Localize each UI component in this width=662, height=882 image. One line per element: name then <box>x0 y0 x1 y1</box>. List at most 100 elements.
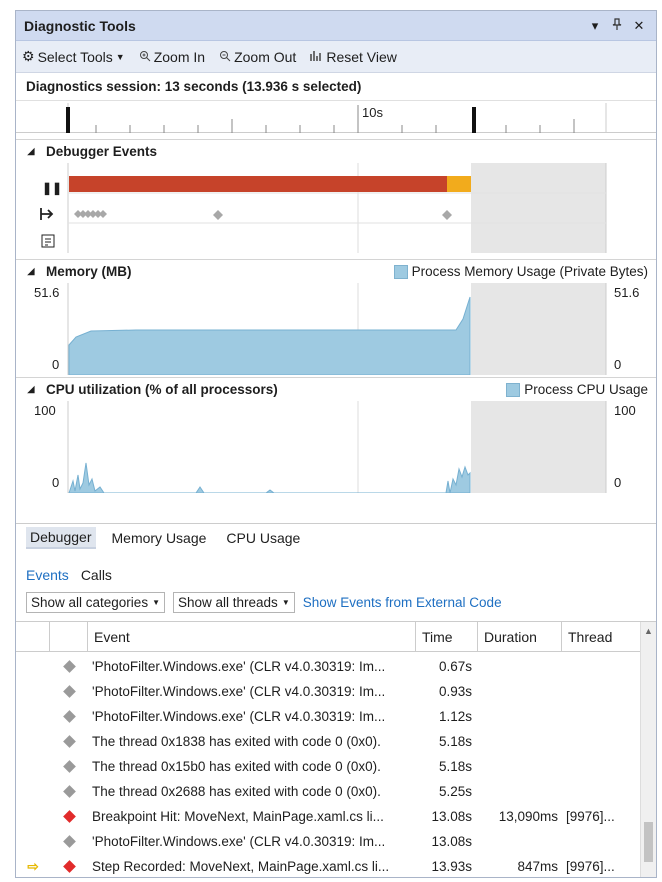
selection-end-handle[interactable] <box>472 107 476 133</box>
column-marker <box>16 622 50 651</box>
cpu-header[interactable]: ◢ CPU utilization (% of all processors) … <box>16 377 656 401</box>
memory-legend-swatch <box>393 264 408 279</box>
tab-debugger[interactable]: Debugger <box>26 526 96 549</box>
zoom-out-label: Zoom Out <box>234 48 297 65</box>
select-tools-label: Select Tools <box>37 48 113 65</box>
table-row[interactable]: 'PhotoFilter.Windows.exe' (CLR v4.0.3031… <box>16 654 656 679</box>
cpu-legend: Process CPU Usage <box>506 382 648 397</box>
event-time: 5.25s <box>438 784 472 799</box>
memory-graph[interactable]: 51.6 0 51.6 0 <box>16 283 656 376</box>
cpu-max-left: 100 <box>34 403 56 418</box>
scrollbar-thumb[interactable] <box>644 822 653 862</box>
select-tools-button[interactable]: ⚙ Select Tools ▼ <box>22 48 125 65</box>
event-time: 5.18s <box>438 759 472 774</box>
memory-max-left: 51.6 <box>34 285 60 300</box>
tool-tabs: Debugger Memory Usage CPU Usage <box>16 523 656 551</box>
subtab-calls[interactable]: Calls <box>81 567 112 583</box>
cpu-legend-label: Process CPU Usage <box>524 382 648 397</box>
event-time: 0.93s <box>438 684 472 699</box>
tab-cpu-usage[interactable]: CPU Usage <box>222 528 304 548</box>
grid-rows: 'PhotoFilter.Windows.exe' (CLR v4.0.3031… <box>16 652 656 877</box>
event-diamond-icon <box>62 760 76 773</box>
reset-view-button[interactable]: Reset View <box>310 49 397 65</box>
event-time: 1.12s <box>438 709 472 724</box>
collapse-triangle-icon[interactable]: ◢ <box>16 146 46 157</box>
column-time[interactable]: Time <box>416 622 478 651</box>
memory-min-right: 0 <box>614 357 622 372</box>
table-row[interactable]: 'PhotoFilter.Windows.exe' (CLR v4.0.3031… <box>16 704 656 729</box>
break-state-bar[interactable] <box>69 176 447 192</box>
column-event[interactable]: Event <box>88 622 416 651</box>
vertical-scrollbar[interactable]: ▲ <box>640 622 656 877</box>
selection-start-handle[interactable] <box>66 107 70 133</box>
table-row[interactable]: The thread 0x1838 has exited with code 0… <box>16 729 656 754</box>
memory-title: Memory (MB) <box>46 264 132 279</box>
event-kind-icon <box>50 735 88 748</box>
cpu-max-right: 100 <box>614 403 636 418</box>
step-icon <box>40 207 56 224</box>
run-state-bar[interactable] <box>447 176 471 192</box>
timeline-ruler[interactable]: 10s <box>16 103 656 133</box>
ruler-label-10s: 10s <box>362 105 383 120</box>
event-kind-icon <box>50 710 88 723</box>
event-text: Breakpoint Hit: MoveNext, MainPage.xaml.… <box>92 809 384 824</box>
event-diamond-icon <box>62 785 76 798</box>
zoom-out-button[interactable]: Zoom Out <box>219 49 296 65</box>
table-row[interactable]: Breakpoint Hit: MoveNext, MainPage.xaml.… <box>16 804 656 829</box>
event-text: 'PhotoFilter.Windows.exe' (CLR v4.0.3031… <box>92 709 386 724</box>
zoom-in-button[interactable]: Zoom In <box>139 49 205 65</box>
collapse-triangle-icon[interactable]: ◢ <box>16 384 46 395</box>
cpu-min-left: 0 <box>52 475 60 490</box>
show-external-code-link[interactable]: Show Events from External Code <box>303 595 502 610</box>
event-text: 'PhotoFilter.Windows.exe' (CLR v4.0.3031… <box>92 834 386 849</box>
cpu-legend-swatch <box>506 382 521 397</box>
subtab-events[interactable]: Events <box>26 567 69 583</box>
dropdown-arrow-icon[interactable]: ▾ <box>586 18 604 34</box>
tab-memory-usage[interactable]: Memory Usage <box>108 528 211 548</box>
event-diamond-icon <box>62 735 76 748</box>
events-grid: Event Time Duration Thread 'PhotoFilter.… <box>16 621 656 877</box>
event-kind-icon <box>50 810 88 823</box>
categories-dropdown-value: Show all categories <box>31 595 149 610</box>
cpu-graph[interactable]: 100 0 100 0 <box>16 401 656 494</box>
current-event-marker-icon: ⇨ <box>27 858 39 874</box>
event-kind-icon <box>50 835 88 848</box>
zoom-in-icon <box>139 49 151 65</box>
pin-icon[interactable] <box>608 18 626 33</box>
pause-icon: ❚❚ <box>42 181 63 195</box>
categories-dropdown[interactable]: Show all categories ▼ <box>26 592 165 613</box>
debugger-subtabs: Events Calls <box>26 567 112 583</box>
event-kind-icon <box>50 660 88 673</box>
collapse-triangle-icon[interactable]: ◢ <box>16 266 46 277</box>
debugger-events-lane: ❚❚ <box>16 163 656 253</box>
event-text: Step Recorded: MoveNext, MainPage.xaml.c… <box>92 859 390 874</box>
debugger-events-header[interactable]: ◢ Debugger Events <box>16 139 656 163</box>
table-row[interactable]: 'PhotoFilter.Windows.exe' (CLR v4.0.3031… <box>16 829 656 854</box>
table-row[interactable]: ⇨ Step Recorded: MoveNext, MainPage.xaml.… <box>16 854 656 877</box>
event-diamond-icon <box>62 710 76 723</box>
reset-view-label: Reset View <box>326 48 397 65</box>
event-time: 13.08s <box>431 809 472 824</box>
memory-legend: Process Memory Usage (Private Bytes) <box>393 264 648 279</box>
debugger-events-title: Debugger Events <box>46 144 158 159</box>
close-icon[interactable]: ✕ <box>630 18 648 34</box>
threads-dropdown-value: Show all threads <box>178 595 278 610</box>
memory-max-right: 51.6 <box>614 285 640 300</box>
column-thread[interactable]: Thread <box>562 622 632 651</box>
scroll-up-icon[interactable]: ▲ <box>641 622 656 640</box>
breakpoint-diamond-icon <box>62 810 76 823</box>
zoom-in-label: Zoom In <box>153 48 206 65</box>
zoom-out-icon <box>219 49 231 65</box>
event-time: 0.67s <box>438 659 472 674</box>
memory-header[interactable]: ◢ Memory (MB) Process Memory Usage (Priv… <box>16 259 656 283</box>
table-row[interactable]: The thread 0x15b0 has exited with code 0… <box>16 754 656 779</box>
column-duration[interactable]: Duration <box>478 622 562 651</box>
chevron-down-icon: ▼ <box>152 598 160 607</box>
event-diamond-icon <box>62 835 76 848</box>
threads-dropdown[interactable]: Show all threads ▼ <box>173 592 295 613</box>
table-row[interactable]: The thread 0x2688 has exited with code 0… <box>16 779 656 804</box>
cpu-title: CPU utilization (% of all processors) <box>46 382 278 397</box>
grid-header: Event Time Duration Thread <box>16 622 656 652</box>
table-row[interactable]: 'PhotoFilter.Windows.exe' (CLR v4.0.3031… <box>16 679 656 704</box>
event-time: 13.08s <box>431 834 472 849</box>
